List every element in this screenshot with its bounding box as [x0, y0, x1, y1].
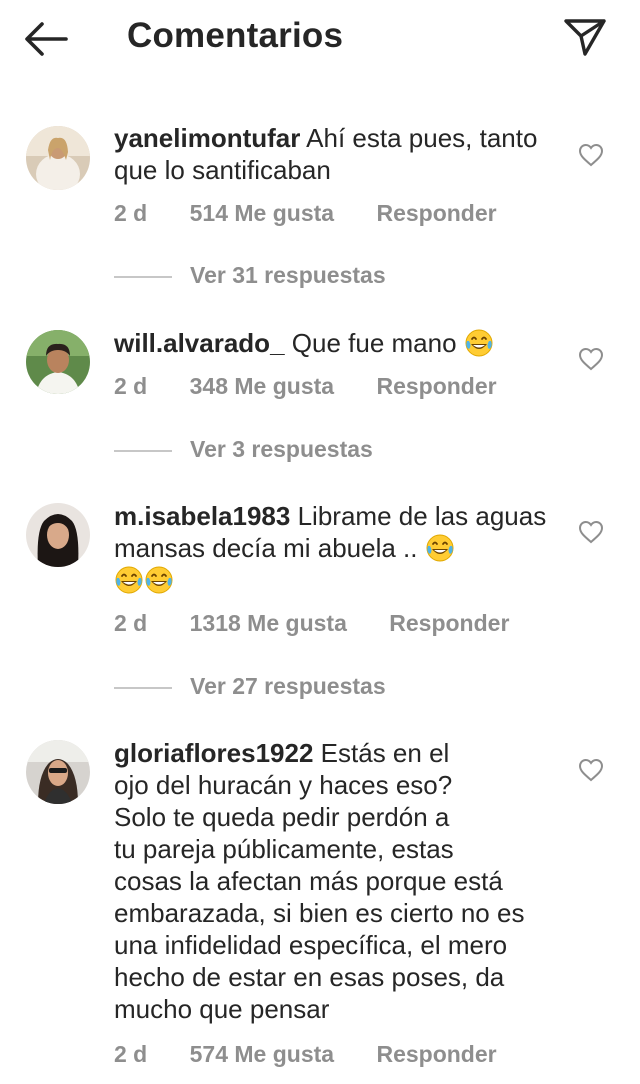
comment-body-line: mucho que pensar [114, 994, 330, 1024]
comment-username[interactable]: m.isabela1983 [114, 501, 290, 531]
comment-body-line: una infidelidad específica, el mero [114, 930, 508, 960]
divider [114, 687, 172, 689]
like-count[interactable]: 574 Me gusta [190, 1041, 334, 1068]
comment-meta: 2 d 574 Me gusta Responder [114, 1041, 497, 1068]
comment-body-line: tu pareja públicamente, estas [114, 834, 454, 864]
header-bar: Comentarios [0, 0, 640, 80]
share-button[interactable] [562, 16, 608, 58]
heart-outline-icon[interactable] [578, 347, 604, 371]
avatar[interactable] [26, 740, 90, 804]
heart-outline-icon[interactable] [578, 520, 604, 544]
paper-plane-icon [564, 19, 606, 56]
comment-text: gloriaflores1922 Estás en el ojo del hur… [114, 737, 554, 1025]
comment-body-line: embarazada, si bien es cierto no es [114, 898, 525, 928]
comment-username[interactable]: yanelimontufar [114, 123, 300, 153]
comment-time: 2 d [114, 1041, 148, 1067]
like-count[interactable]: 514 Me gusta [190, 200, 334, 227]
comment-text: m.isabela1983 Librame de las aguas mansa… [114, 500, 554, 596]
comment-meta: 2 d 514 Me gusta Responder [114, 200, 497, 227]
like-count[interactable]: 348 Me gusta [190, 373, 334, 400]
reply-button[interactable]: Responder [376, 1041, 496, 1068]
page-title: Comentarios [127, 16, 344, 55]
tears-of-joy-emoji [145, 566, 173, 594]
comment-body-line: Estás en el [320, 738, 450, 768]
tears-of-joy-emoji [426, 534, 454, 562]
comment-meta: 2 d 348 Me gusta Responder [114, 373, 497, 400]
tears-of-joy-emoji [115, 566, 143, 594]
back-button[interactable] [22, 18, 70, 60]
avatar[interactable] [26, 126, 90, 190]
comment-time: 2 d [114, 610, 148, 636]
comment-username[interactable]: will.alvarado_ [114, 328, 285, 358]
heart-outline-icon[interactable] [578, 758, 604, 782]
reply-button[interactable]: Responder [376, 200, 496, 227]
comment-meta: 2 d 1318 Me gusta Responder [114, 610, 509, 637]
comment-body-line: ojo del huracán y haces eso? [114, 770, 453, 800]
view-replies-button[interactable]: Ver 31 respuestas [190, 262, 386, 289]
comment-text: will.alvarado_ Que fue mano [114, 327, 554, 359]
comment-time: 2 d [114, 200, 148, 226]
comment-text: yanelimontufar Ahí esta pues, tanto que … [114, 122, 554, 186]
view-replies-button[interactable]: Ver 27 respuestas [190, 673, 386, 700]
reply-button[interactable]: Responder [376, 373, 496, 400]
avatar[interactable] [26, 330, 90, 394]
comment-body-line: hecho de estar en esas poses, da [114, 962, 505, 992]
comment-body: Que fue mano [291, 328, 457, 358]
avatar[interactable] [26, 503, 90, 567]
like-count[interactable]: 1318 Me gusta [190, 610, 347, 637]
heart-outline-icon[interactable] [578, 143, 604, 167]
comment-body-line: Solo te queda pedir perdón a [114, 802, 450, 832]
comment-username[interactable]: gloriaflores1922 [114, 738, 313, 768]
divider [114, 276, 172, 278]
divider [114, 450, 172, 452]
comment-time: 2 d [114, 373, 148, 399]
arrow-left-icon [25, 22, 68, 56]
view-replies-button[interactable]: Ver 3 respuestas [190, 436, 373, 463]
tears-of-joy-emoji [465, 329, 493, 357]
reply-button[interactable]: Responder [389, 610, 509, 637]
comment-body-line: cosas la afectan más porque está [114, 866, 503, 896]
